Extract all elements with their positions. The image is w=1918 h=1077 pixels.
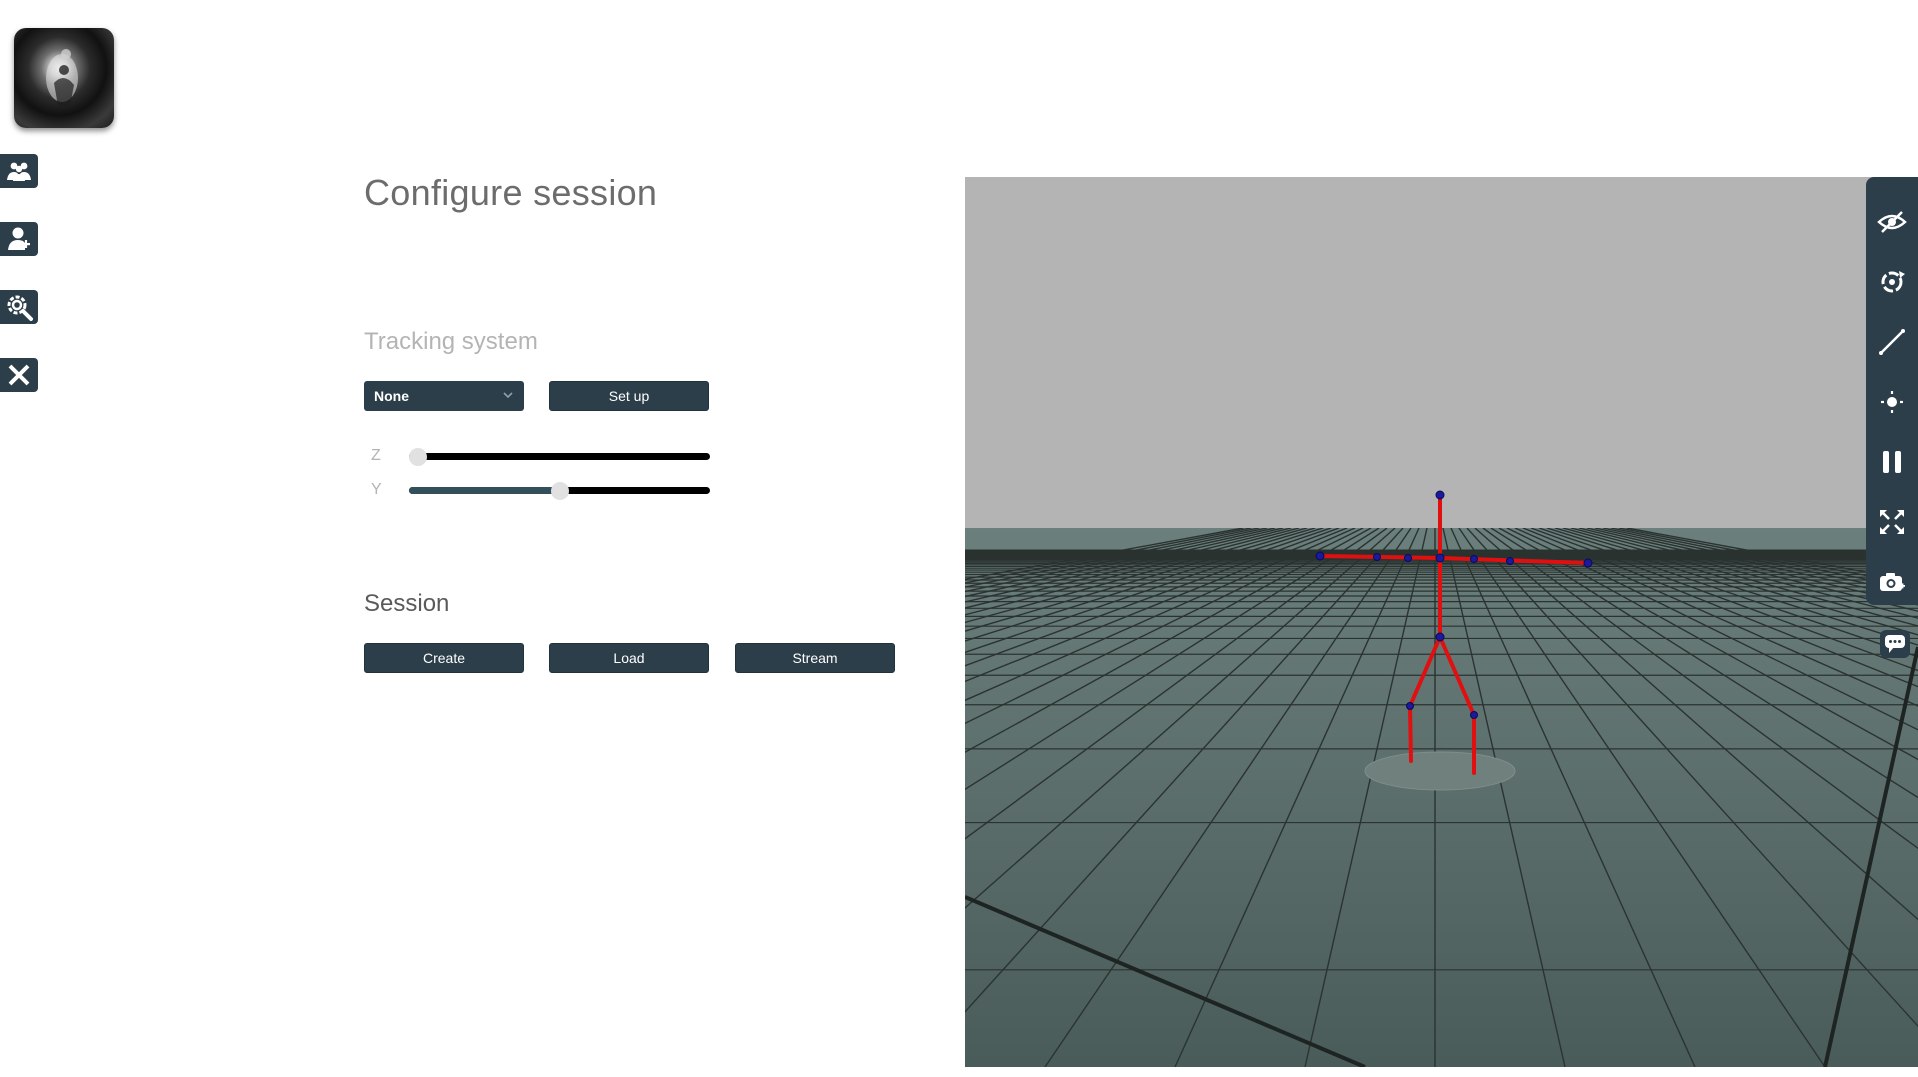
page-title: Configure session (364, 172, 658, 213)
y-slider-label: Y (371, 481, 382, 498)
tracking-section-title: Tracking system (364, 328, 538, 355)
line-measure-icon[interactable] (1876, 326, 1908, 358)
search-settings-icon (7, 295, 33, 321)
rotate-target-icon[interactable] (1876, 266, 1908, 298)
tracking-system-value: None (374, 388, 409, 404)
y-slider[interactable] (409, 482, 710, 500)
tracking-system-select[interactable]: None (364, 381, 524, 411)
sky-background (965, 177, 1918, 528)
z-slider-track (409, 453, 710, 460)
chat-button[interactable] (1880, 630, 1910, 658)
sidebar-item-add-user[interactable] (0, 222, 38, 256)
z-slider-label: Z (371, 447, 381, 464)
sidebar-item-search-settings[interactable] (0, 290, 38, 324)
z-slider-thumb[interactable] (409, 448, 428, 466)
y-slider-fill (409, 487, 560, 494)
stream-button[interactable]: Stream (735, 643, 895, 673)
sidebar-item-close[interactable] (0, 358, 38, 392)
close-icon (8, 364, 30, 386)
app-logo (14, 28, 114, 128)
light-sun-icon[interactable] (1876, 386, 1908, 418)
add-user-icon (8, 227, 30, 250)
chat-icon (1885, 635, 1905, 653)
chevron-down-icon (503, 392, 513, 399)
screenshot-camera-icon[interactable] (1876, 566, 1908, 598)
hide-eye-icon[interactable] (1876, 206, 1908, 238)
3d-viewport[interactable] (965, 177, 1918, 1067)
load-button[interactable]: Load (549, 643, 709, 673)
pause-icon[interactable] (1876, 446, 1908, 478)
sidebar-item-group[interactable] (0, 154, 38, 188)
session-section-title: Session (364, 590, 450, 617)
group-icon (7, 162, 31, 181)
fullscreen-expand-icon[interactable] (1876, 506, 1908, 538)
create-button[interactable]: Create (364, 643, 524, 673)
z-slider[interactable] (409, 448, 710, 466)
setup-button[interactable]: Set up (549, 381, 709, 411)
3d-scene (965, 177, 1918, 1067)
y-slider-thumb[interactable] (550, 482, 569, 500)
skeleton-base-disc (1364, 751, 1516, 791)
